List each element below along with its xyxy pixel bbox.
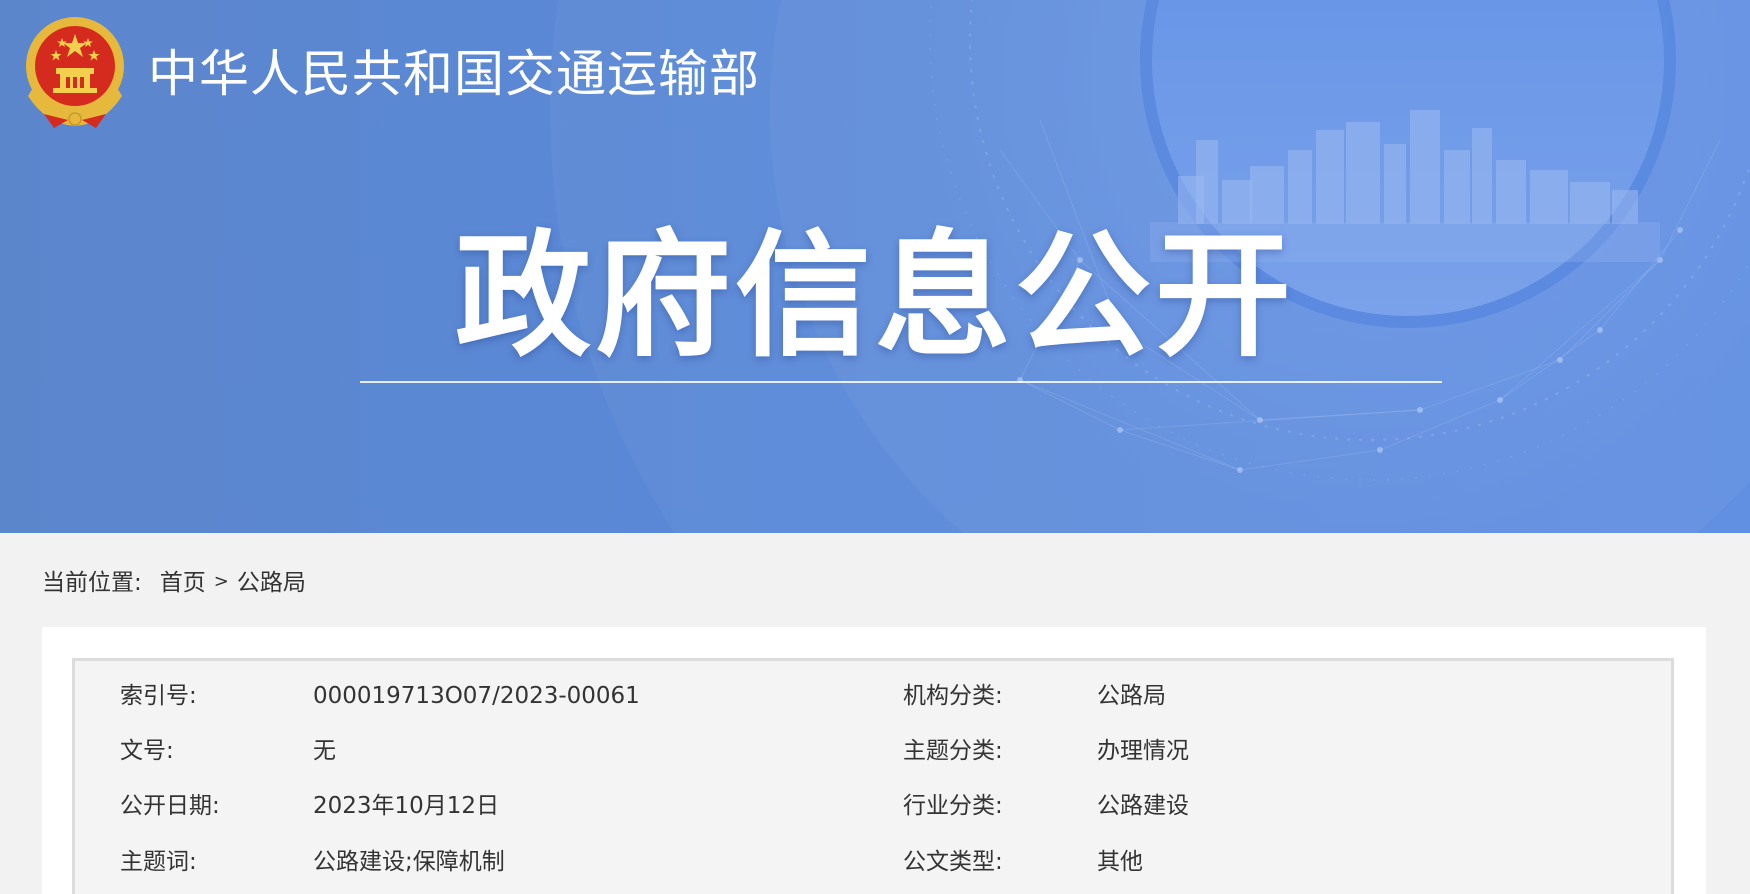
breadcrumb-separator: > — [213, 570, 229, 592]
breadcrumb-current-link[interactable]: 公路局 — [237, 563, 306, 597]
index-number-value: 000019713O07/2023-00061 — [313, 683, 640, 709]
national-emblem-icon[interactable] — [20, 16, 130, 132]
subject-category-label: 主题分类: — [903, 738, 1003, 764]
banner: 中华人民共和国交通运输部 政府信息公开 — [0, 0, 1750, 533]
info-row: 主题词: 公路建设;保障机制 公文类型: 其他 — [75, 842, 1671, 882]
page: 中华人民共和国交通运输部 政府信息公开 当前位置: 首页 > 公路局 索引号: … — [0, 0, 1750, 894]
subject-category-value: 办理情况 — [1097, 738, 1189, 764]
document-type-value: 其他 — [1097, 849, 1143, 875]
breadcrumb-home-link[interactable]: 首页 — [160, 563, 206, 597]
publish-date-label: 公开日期: — [120, 793, 220, 819]
document-info-table: 索引号: 000019713O07/2023-00061 机构分类: 公路局 文… — [72, 658, 1674, 894]
keywords-value: 公路建设;保障机制 — [313, 849, 505, 875]
site-header: 中华人民共和国交通运输部 — [20, 16, 760, 132]
breadcrumb-label: 当前位置: — [42, 570, 142, 596]
document-type-label: 公文类型: — [903, 849, 1003, 875]
keywords-label: 主题词: — [120, 849, 197, 875]
info-row: 文号: 无 主题分类: 办理情况 — [75, 731, 1671, 771]
industry-category-label: 行业分类: — [903, 793, 1003, 819]
organization-category-value: 公路局 — [1097, 683, 1166, 709]
title-divider — [360, 381, 1442, 383]
publish-date-value: 2023年10月12日 — [313, 793, 500, 819]
banner-title: 政府信息公开 — [455, 218, 1295, 376]
info-row: 索引号: 000019713O07/2023-00061 机构分类: 公路局 — [75, 676, 1671, 716]
document-number-label: 文号: — [120, 738, 174, 764]
organization-category-label: 机构分类: — [903, 683, 1003, 709]
content-card: 索引号: 000019713O07/2023-00061 机构分类: 公路局 文… — [42, 627, 1706, 894]
index-number-label: 索引号: — [120, 683, 197, 709]
breadcrumb: 当前位置: 首页 > 公路局 — [42, 562, 306, 598]
info-row: 公开日期: 2023年10月12日 行业分类: 公路建设 — [75, 786, 1671, 826]
ministry-name[interactable]: 中华人民共和国交通运输部 — [148, 46, 760, 102]
industry-category-value: 公路建设 — [1097, 793, 1189, 819]
document-number-value: 无 — [313, 738, 336, 764]
